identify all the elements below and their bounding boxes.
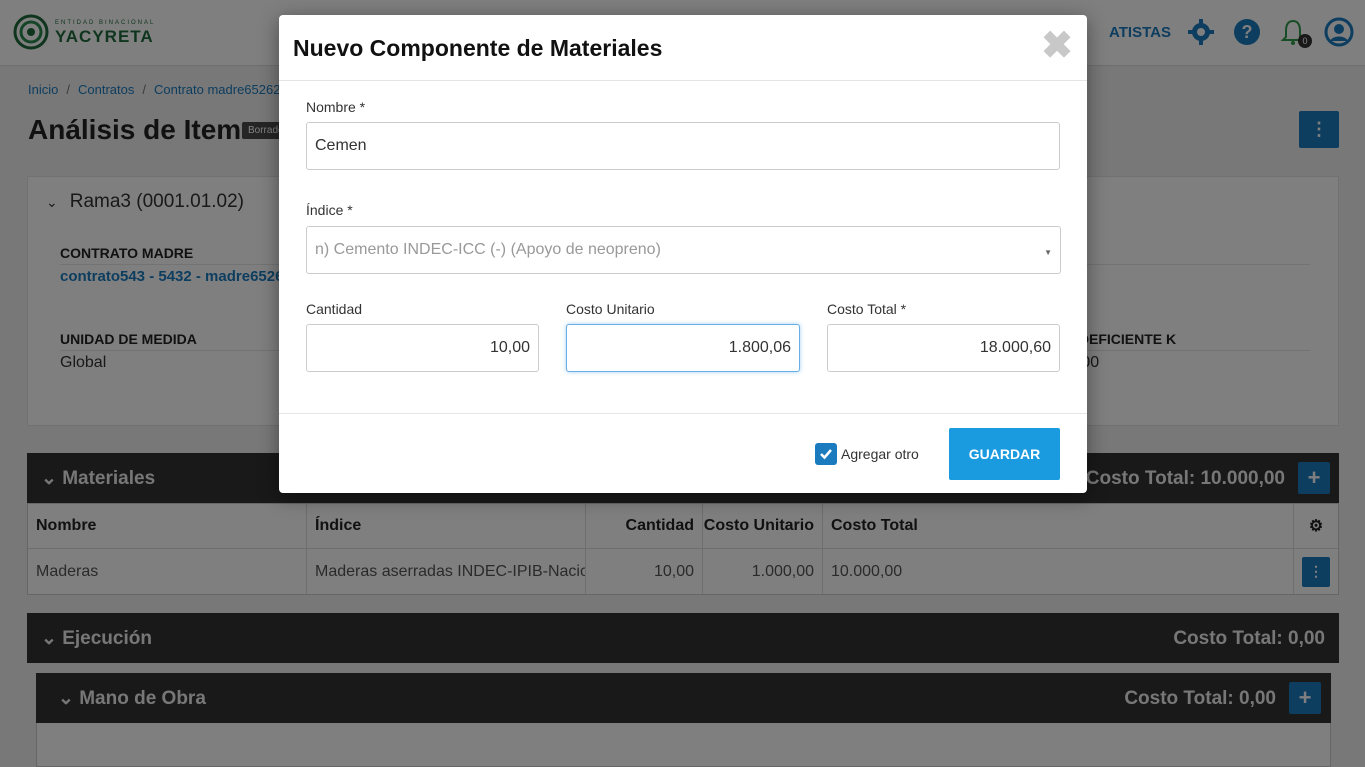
costo-unitario-label: Costo Unitario [566, 301, 655, 317]
indice-selected-value: n) Cemento INDEC-ICC (-) (Apoyo de neopr… [315, 241, 661, 258]
cantidad-input[interactable]: 10,00 [306, 324, 539, 372]
modal-title: Nuevo Componente de Materiales [293, 35, 663, 61]
agregar-otro-checkbox[interactable] [815, 443, 837, 465]
nuevo-componente-modal: Nuevo Componente de Materiales ✖ Nombre … [279, 15, 1087, 493]
nombre-input[interactable]: Cemen [306, 122, 1060, 170]
cantidad-label: Cantidad [306, 301, 363, 317]
costo-total-label: Costo Total * [827, 301, 907, 317]
indice-select[interactable]: n) Cemento INDEC-ICC (-) (Apoyo de neopr… [306, 226, 1061, 274]
modal-header: Nuevo Componente de Materiales ✖ [279, 15, 1087, 81]
modal-footer-divider [279, 413, 1087, 414]
indice-label: Índice * [306, 202, 353, 218]
agregar-otro-label[interactable]: Agregar otro [841, 446, 919, 462]
checkmark-icon [820, 449, 832, 460]
nombre-label: Nombre * [306, 99, 366, 115]
costo-total-input[interactable]: 18.000,60 [827, 324, 1060, 372]
close-icon[interactable]: ✖ [1041, 27, 1073, 65]
guardar-button[interactable]: GUARDAR [949, 428, 1060, 480]
caret-down-icon: ▼ [1044, 248, 1052, 257]
costo-unitario-input[interactable]: 1.800,06 [566, 324, 800, 372]
